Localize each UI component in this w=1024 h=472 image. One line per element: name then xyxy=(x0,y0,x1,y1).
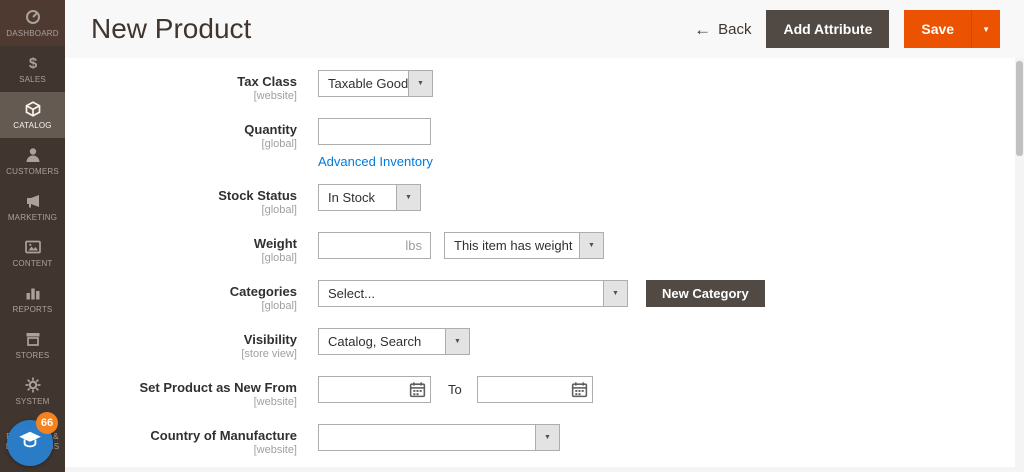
categories-select[interactable]: Select... ▼ xyxy=(318,280,628,307)
chevron-down-icon: ▼ xyxy=(396,185,420,210)
form-row-quantity: Quantity [global] Advanced Inventory xyxy=(65,118,1015,169)
sidebar-item-label: DASHBOARD xyxy=(6,28,59,38)
to-label: To xyxy=(448,382,462,397)
sidebar-item-label: CATALOG xyxy=(13,120,52,130)
sidebar-item-marketing[interactable]: MARKETING xyxy=(0,184,65,230)
dashboard-icon xyxy=(24,8,42,26)
content-icon xyxy=(24,238,42,256)
save-dropdown-toggle[interactable]: ▼ xyxy=(971,10,1000,48)
form-row-weight: Weight [global] lbs This item has weight… xyxy=(65,232,1015,265)
system-icon xyxy=(24,376,42,394)
sidebar-item-reports[interactable]: REPORTS xyxy=(0,276,65,322)
chevron-down-icon: ▼ xyxy=(982,24,990,34)
save-button[interactable]: Save xyxy=(904,10,971,48)
sidebar-item-system[interactable]: SYSTEM xyxy=(0,368,65,414)
chevron-down-icon: ▼ xyxy=(408,71,432,96)
back-label: Back xyxy=(718,20,752,38)
product-form: Tax Class [website] Taxable Goods ▼ Quan… xyxy=(65,58,1015,472)
form-row-new-from-to: Set Product as New From [website] To xyxy=(65,376,1015,409)
new-from-scope: [website] xyxy=(253,396,297,408)
country-label: Country of Manufacture xyxy=(150,428,297,443)
chevron-down-icon: ▼ xyxy=(579,233,603,258)
sidebar-item-label: REPORTS xyxy=(12,304,53,314)
admin-sidebar: DASHBOARD $ SALES CATALOG CUSTOMERS MARK… xyxy=(0,0,65,472)
page-header: New Product ← Back Add Attribute Save ▼ xyxy=(65,0,1024,58)
sidebar-item-customers[interactable]: CUSTOMERS xyxy=(0,138,65,184)
chevron-down-icon: ▼ xyxy=(535,425,559,450)
sidebar-item-label: SYSTEM xyxy=(15,396,50,406)
reports-icon xyxy=(24,284,42,302)
notification-badge[interactable]: 66 xyxy=(36,412,58,434)
sidebar-item-label: CONTENT xyxy=(12,258,53,268)
stock-status-label: Stock Status xyxy=(218,188,297,203)
visibility-select[interactable]: Catalog, Search ▼ xyxy=(318,328,470,355)
horizontal-scrollbar[interactable] xyxy=(65,467,1015,472)
back-arrow-icon: ← xyxy=(694,19,712,39)
form-row-stock-status: Stock Status [global] In Stock ▼ xyxy=(65,184,1015,217)
chevron-down-icon: ▼ xyxy=(445,329,469,354)
weight-input[interactable] xyxy=(318,232,431,259)
calendar-icon[interactable] xyxy=(408,380,427,399)
sidebar-item-label: SALES xyxy=(19,74,46,84)
vertical-scrollbar-thumb[interactable] xyxy=(1016,61,1023,156)
sales-icon: $ xyxy=(24,54,42,72)
stock-status-select[interactable]: In Stock ▼ xyxy=(318,184,421,211)
advanced-inventory-link[interactable]: Advanced Inventory xyxy=(318,154,433,169)
form-row-categories: Categories [global] Select... ▼ New Cate… xyxy=(65,280,1015,313)
country-select[interactable]: ▼ xyxy=(318,424,560,451)
sidebar-item-sales[interactable]: $ SALES xyxy=(0,46,65,92)
weight-type-select[interactable]: This item has weight ▼ xyxy=(444,232,604,259)
form-row-visibility: Visibility [store view] Catalog, Search … xyxy=(65,328,1015,361)
tax-class-select[interactable]: Taxable Goods ▼ xyxy=(318,70,433,97)
save-split-button: Save ▼ xyxy=(904,10,1000,48)
quantity-label: Quantity xyxy=(244,122,297,137)
new-from-label: Set Product as New From xyxy=(139,380,297,395)
sidebar-item-catalog[interactable]: CATALOG xyxy=(0,92,65,138)
tax-class-scope: [website] xyxy=(253,90,297,102)
svg-text:$: $ xyxy=(28,55,37,72)
weight-scope: [global] xyxy=(261,252,297,264)
tax-class-label: Tax Class xyxy=(237,74,297,89)
catalog-icon xyxy=(24,100,42,118)
sidebar-item-label: CUSTOMERS xyxy=(6,166,59,176)
chevron-down-icon: ▼ xyxy=(603,281,627,306)
categories-label: Categories xyxy=(229,284,297,299)
page-title: New Product xyxy=(91,13,252,44)
add-attribute-button[interactable]: Add Attribute xyxy=(766,10,890,48)
vertical-scrollbar[interactable] xyxy=(1015,58,1024,472)
sidebar-item-content[interactable]: CONTENT xyxy=(0,230,65,276)
visibility-label: Visibility xyxy=(243,332,297,347)
sidebar-item-label: STORES xyxy=(15,350,50,360)
sidebar-item-stores[interactable]: STORES xyxy=(0,322,65,368)
form-row-country: Country of Manufacture [website] ▼ xyxy=(65,424,1015,457)
weight-label: Weight xyxy=(253,236,297,251)
sidebar-item-dashboard[interactable]: DASHBOARD xyxy=(0,0,65,46)
marketing-icon xyxy=(24,192,42,210)
calendar-icon[interactable] xyxy=(570,380,589,399)
back-button[interactable]: ← Back xyxy=(694,21,751,38)
stores-icon xyxy=(24,330,42,348)
quantity-input[interactable] xyxy=(318,118,431,145)
quantity-scope: [global] xyxy=(261,138,297,150)
customers-icon xyxy=(24,146,42,164)
visibility-scope: [store view] xyxy=(241,348,297,360)
header-actions: ← Back Add Attribute Save ▼ xyxy=(694,10,1000,48)
country-scope: [website] xyxy=(253,444,297,456)
categories-scope: [global] xyxy=(261,300,297,312)
form-row-tax-class: Tax Class [website] Taxable Goods ▼ xyxy=(65,70,1015,103)
sidebar-item-label: MARKETING xyxy=(7,212,58,222)
new-category-button[interactable]: New Category xyxy=(646,280,765,307)
stock-status-scope: [global] xyxy=(261,204,297,216)
